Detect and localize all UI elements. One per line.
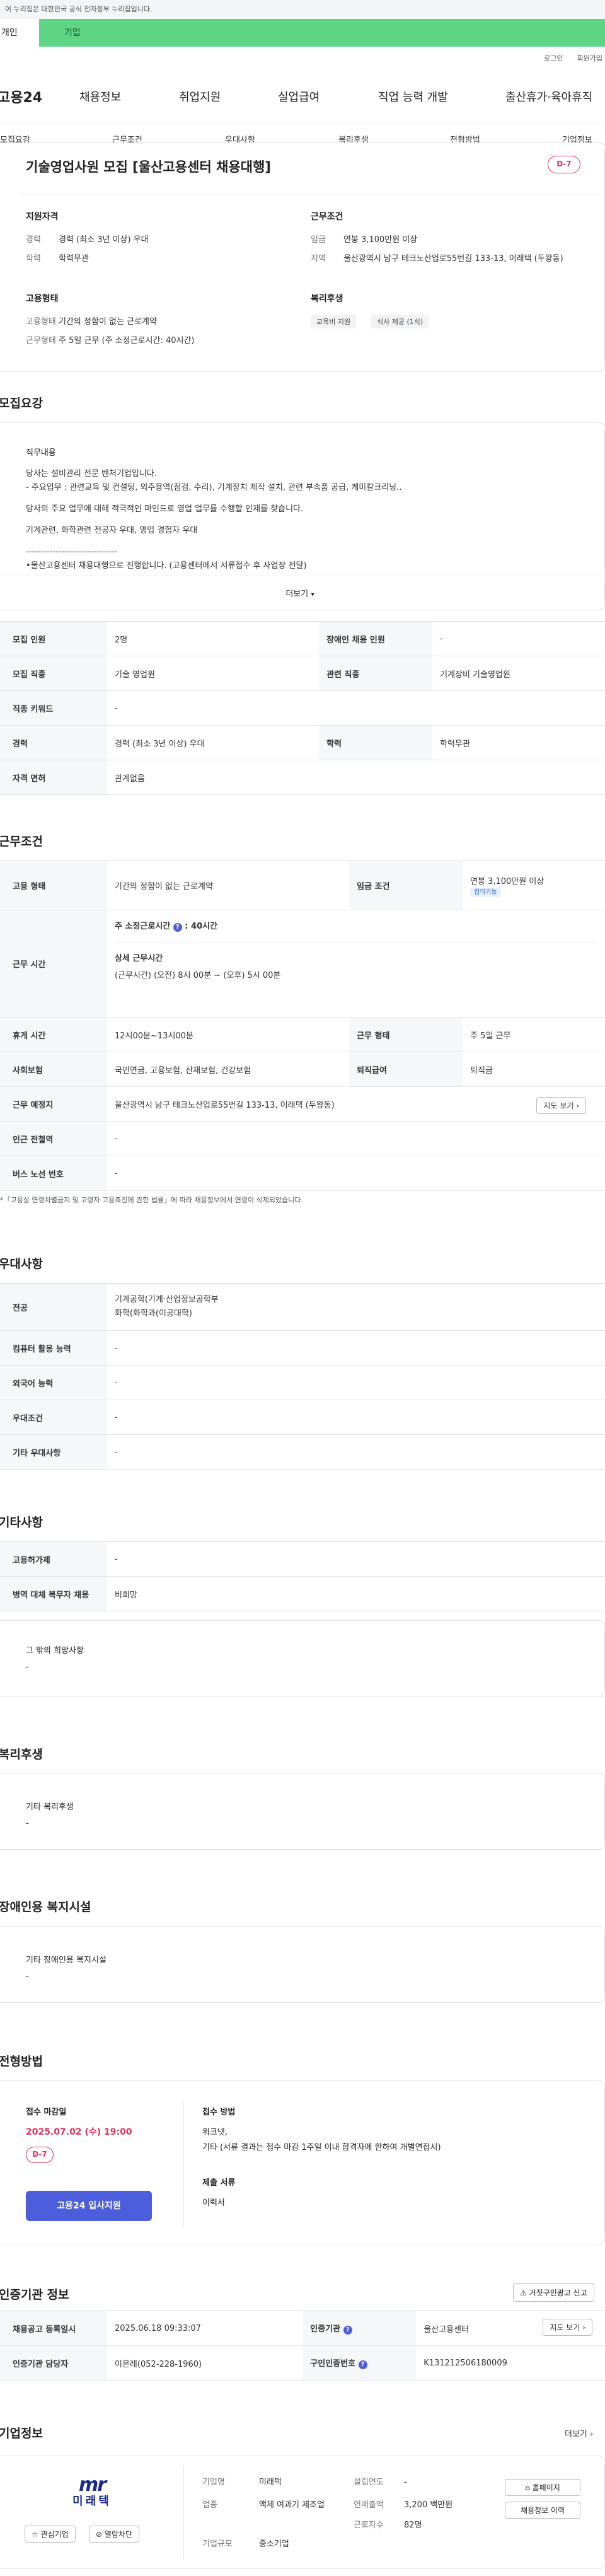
login-link[interactable]: 로그인 [544, 53, 563, 63]
other-wish-card: 그 밖의 희망사항 - [0, 1620, 605, 1697]
other-wish-value: - [26, 1662, 29, 1672]
preference-table: 전공 기계공학(기계·산업정보공학부 화학(화학과(이공대학) 컴퓨터 활용 능력… [0, 1283, 605, 1470]
education-row: 학력 학력무관 [26, 254, 89, 264]
welfare-card-value: - [26, 1819, 29, 1828]
age-notice: *「고용상 연령차별금지 및 고령자 고용촉진에 관한 법률」에 따라 채용정보… [0, 1196, 303, 1204]
welfare-chip: 식사 제공 (1식) [371, 315, 429, 328]
disabled-section-title: 장애인용 복지시설 [0, 1900, 91, 1914]
duty-card: 직무내용 당사는 설비관리 전문 벤처기업입니다. - 주요업무 : 관련교육 … [0, 422, 605, 610]
preference-section-title: 우대사항 [0, 1257, 43, 1271]
welfare-title: 복리후생 [311, 294, 343, 304]
company-logo: mr 미래텍 [72, 2474, 112, 2508]
method-value-2: 기타 (서류 결과는 접수 마감 1주일 이내 합격자에 한하여 개별연접시) [202, 2143, 441, 2152]
map-button[interactable]: 지도 보기 › [536, 1097, 586, 1114]
info-icon[interactable]: ? [173, 923, 182, 932]
signup-link[interactable]: 회원가입 [577, 53, 602, 63]
agency-section-title: 인증기관 정보 [0, 2288, 69, 2302]
company-more-link[interactable]: 더보기 › [565, 2427, 593, 2439]
nav-job-training[interactable]: 직업 능력 개발 [378, 88, 448, 105]
method-value: 워크넷, [202, 2128, 228, 2137]
chevron-right-icon: › [576, 1101, 579, 1110]
other-wish-title: 그 밖의 희망사항 [26, 1646, 84, 1656]
nav-jobs[interactable]: 채용정보 [79, 88, 121, 105]
company-card: mr 미래텍 ☆ 관심기업 ⊘ 열람차단 기업명 미래택 업종 액체 여과기 제조업… [0, 2456, 605, 2569]
welfare-chip: 교육비 지원 [311, 315, 357, 328]
recruit-table: 모집 인원 2명 장애인 채용 인원 - 모집 직종 기술 영업원 관련 직종 기계장비 기… [0, 621, 605, 795]
user-type-tabs: 개인 기업 [0, 19, 605, 47]
block-icon: ⊘ [96, 2530, 103, 2539]
nav-unemployment-benefit[interactable]: 실업급여 [278, 88, 320, 105]
block-company-button[interactable]: ⊘ 열람차단 [89, 2526, 140, 2543]
disabled-card-value: - [26, 1972, 29, 1981]
condition-title: 근무조건 [311, 212, 343, 222]
disabled-card-title: 기타 장애인용 복지시설 [26, 1956, 107, 1965]
employment-type-title: 고용형태 [26, 294, 59, 304]
selection-section-title: 전형방법 [0, 2055, 43, 2068]
gov-banner: 이 누리집은 대한민국 공식 전자정부 누리집입니다. [0, 0, 605, 19]
disabled-card: 기타 장애인용 복지시설 - [0, 1926, 605, 2003]
welfare-card-title: 기타 복리후생 [26, 1802, 74, 1812]
chevron-down-icon: ▾ [311, 591, 314, 598]
pay-row: 임금 연봉 3,100만원 이상 [311, 235, 418, 245]
method-label: 접수 방법 [202, 2108, 236, 2117]
home-icon: ⌂ [525, 2483, 530, 2492]
selection-card: 접수 마감일 2025.07.02 (수) 19:00 D-7 고용24 입사지… [0, 2080, 605, 2244]
deadline-dday: D-7 [26, 2147, 54, 2163]
work-table: 고용 형태 기간의 정함이 없는 근로계약 임금 조건 연봉 3,100만원 이상 협의… [0, 861, 605, 1191]
dday-badge: D-7 [548, 156, 580, 173]
global-nav: 고용24 채용정보 취업지원 실업급여 직업 능력 개발 출산휴가·육아휴직 [0, 82, 605, 111]
nav-parental-leave[interactable]: 출산휴가·육아휴직 [505, 88, 592, 105]
job-title: 기술영업사원 모집 [울산고용센터 채용대행] [26, 160, 271, 175]
deadline-value: 2025.07.02 (수) 19:00 [26, 2127, 132, 2137]
negotiable-badge: 협의가능 [470, 888, 501, 897]
recruit-section-title: 모집요강 [0, 397, 43, 410]
recruit-history-button[interactable]: 채용정보 이력 [505, 2502, 580, 2519]
tab-personal[interactable]: 개인 [0, 19, 39, 47]
career-row: 경력 경력 (최소 3년 이상) 우대 [26, 235, 149, 245]
work-section-title: 근무조건 [0, 835, 43, 849]
company-section-title: 기업정보 [0, 2427, 43, 2440]
area-row: 지역 울산광역시 남구 테크노산업로55번길 133-13, 이래택 (두왕동) [311, 254, 563, 264]
report-button[interactable]: ⚠ 거짓구인광고 신고 [513, 2283, 594, 2302]
agency-map-button[interactable]: 지도 보기 › [543, 2319, 592, 2336]
agency-table: 채용공고 등록일시 2025.06.18 09:33:07 인증기관 ? 울산고용센터… [0, 2311, 605, 2381]
etc-section-title: 기타사항 [0, 1516, 43, 1529]
duty-title: 직무내용 [26, 448, 56, 458]
utility-menu: 로그인 회원가입 [544, 53, 602, 63]
welfare-card: 기타 복리후생 - [0, 1773, 605, 1850]
tab-business[interactable]: 기업 [39, 19, 605, 47]
docs-label: 제출 서류 [202, 2178, 236, 2188]
worktype-row: 근무형태 주 5일 근무 (주 소정근로시간: 40시간) [26, 336, 195, 345]
deadline-label: 접수 마감일 [26, 2108, 67, 2117]
nav-employment-support[interactable]: 취업지원 [179, 88, 221, 105]
duty-text: 당사는 설비관리 전문 벤처기업입니다. - 주요업무 : 관련교육 및 컨설팅… [26, 469, 402, 571]
apply-button[interactable]: 고용24 입사지원 [26, 2191, 152, 2221]
info-icon[interactable]: ? [343, 2326, 352, 2335]
favorite-company-button[interactable]: ☆ 관심기업 [25, 2526, 76, 2543]
homepage-button[interactable]: ⌂ 홈페이지 [505, 2479, 580, 2496]
etc-table: 고용허가제 - 병역 대체 복무자 채용 비희망 [0, 1541, 605, 1611]
emptype-row: 고용형태 기간의 정함이 없는 근로계약 [26, 317, 157, 327]
site-logo[interactable]: 고용24 [0, 86, 42, 107]
alert-icon: ⚠ [520, 2289, 527, 2297]
docs-value: 이력서 [202, 2198, 225, 2208]
welfare-section-title: 복리후생 [0, 1748, 43, 1761]
job-summary-card: 기술영업사원 모집 [울산고용센터 채용대행] D-7 지원자격 근무조건 경력… [0, 142, 605, 372]
star-icon: ☆ [32, 2530, 38, 2539]
qualification-title: 지원자격 [26, 212, 59, 222]
more-button[interactable]: 더보기 ▾ [0, 576, 604, 610]
info-icon[interactable]: ? [358, 2360, 367, 2369]
